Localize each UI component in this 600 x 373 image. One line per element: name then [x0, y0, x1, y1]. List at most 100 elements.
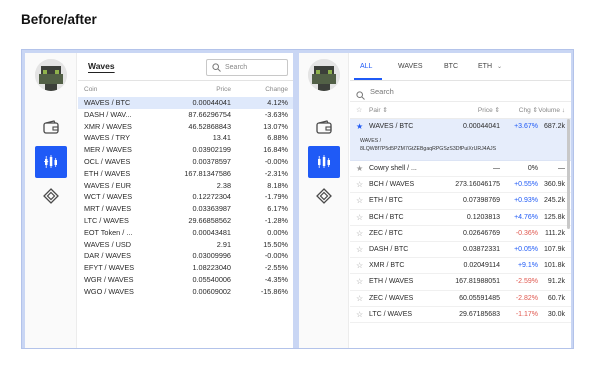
tab-waves[interactable]: WAVES	[398, 63, 423, 70]
change-cell: -1.28%	[264, 215, 288, 225]
pair-cell: XMR / BTC	[369, 262, 405, 270]
table-row[interactable]: WGR / WAVES 0.05540006 -4.35%	[78, 274, 293, 286]
price-cell: —	[493, 165, 500, 172]
pair-cell: WAVES / BTC	[369, 123, 414, 130]
active-tab-indicator	[354, 78, 382, 80]
search-input[interactable]: Search	[350, 82, 571, 102]
column-volume[interactable]: Volume ↓	[525, 103, 565, 119]
table-row[interactable]: DAR / WAVES 0.03009996 -0.00%	[78, 250, 293, 262]
table-row[interactable]: WGO / WAVES 0.00609002 -15.86%	[78, 286, 293, 298]
table-row[interactable]: ☆ DASH / BTC 0.03872331 +0.05% 107.9k	[350, 242, 571, 259]
star-icon[interactable]: ☆	[356, 210, 363, 226]
change-cell: 13.07%	[263, 121, 288, 131]
wallet-icon[interactable]	[308, 111, 340, 143]
table-row[interactable]: LTC / WAVES 29.66858562 -1.28%	[78, 215, 293, 227]
comparison-frame: Waves Search Coin Price Change WAVES / B…	[21, 49, 574, 349]
table-row[interactable]: MRT / WAVES 0.03363987 6.17%	[78, 203, 293, 215]
table-row[interactable]: ☆ ETH / WAVES 167.81988051 -2.59% 91.2k	[350, 274, 571, 291]
before-header: Waves Search	[78, 53, 293, 81]
tab-eth[interactable]: ETH ⌄	[478, 63, 502, 70]
table-row[interactable]: ☆ LTC / WAVES 29.67185683 -1.17% 30.0k	[350, 307, 571, 323]
column-price[interactable]: Price ⇕	[430, 103, 500, 119]
trading-chart-icon[interactable]	[35, 146, 67, 178]
star-icon[interactable]: ☆	[356, 242, 363, 258]
volume-cell: 101.8k	[543, 262, 565, 270]
trading-chart-icon[interactable]	[308, 146, 340, 178]
table-row[interactable]: WAVES / USD 2.91 15.50%	[78, 239, 293, 251]
table-row[interactable]: ☆ ZEC / BTC 0.02646769 -0.36% 111.2k	[350, 226, 571, 242]
table-row[interactable]: ☆ BCH / BTC 0.1203813 +4.76% 125.8k	[350, 210, 571, 226]
table-row[interactable]: XMR / WAVES 46.52868843 13.07%	[78, 121, 293, 133]
dex-diamond-icon[interactable]	[35, 180, 67, 212]
pair-cell: DASH / BTC	[369, 245, 409, 253]
table-row[interactable]: ☆ BCH / WAVES 273.16046175 +0.55% 360.9k	[350, 177, 571, 194]
pair-cell: ETH / BTC	[369, 197, 403, 205]
price-cell: 167.81988051	[455, 278, 500, 286]
search-input[interactable]: Search	[206, 59, 288, 76]
price-cell: 0.02646769	[463, 229, 500, 237]
star-icon[interactable]: ☆	[356, 307, 363, 323]
table-row[interactable]: MER / WAVES 0.03902199 16.84%	[78, 144, 293, 156]
table-row[interactable]: ☆ XMR / BTC 0.02049114 +9.1% 101.8k	[350, 258, 571, 275]
market-tabs: ALL WAVES BTC ETH ⌄	[350, 53, 571, 81]
tab-all[interactable]: ALL	[360, 63, 372, 70]
table-row[interactable]: ★ WAVES / BTC 0.00044041 +3.67% 687.2k WAVES …	[350, 119, 571, 161]
tab-eth-label: ETH	[478, 63, 492, 70]
column-price[interactable]: Price	[151, 86, 231, 93]
avatar[interactable]	[308, 59, 340, 91]
price-cell: 0.1203813	[466, 213, 500, 221]
price-cell: 0.12272304	[192, 192, 231, 202]
star-icon[interactable]: ☆	[356, 291, 363, 307]
pair-cell: ZEC / BTC	[369, 229, 403, 237]
search-placeholder: Search	[225, 64, 248, 71]
tab-btc[interactable]: BTC	[444, 63, 458, 70]
table-row[interactable]: OCL / WAVES 0.00378597 -0.00%	[78, 156, 293, 168]
star-icon[interactable]: ☆	[356, 274, 363, 290]
pair-cell: BCH / BTC	[369, 213, 404, 221]
star-icon[interactable]: ☆	[356, 193, 363, 209]
table-row[interactable]: WAVES / BTC 0.00044041 4.12%	[78, 97, 293, 109]
scrollbar[interactable]	[567, 119, 570, 229]
wallet-icon[interactable]	[35, 111, 67, 143]
table-row[interactable]: ETH / WAVES 167.81347586 -2.31%	[78, 168, 293, 180]
after-panel: ALL WAVES BTC ETH ⌄ Search ☆ Pair ⇕ Pric…	[299, 53, 571, 348]
volume-cell: —	[558, 165, 565, 172]
change-cell: -4.35%	[264, 274, 288, 284]
price-cell: 2.38	[216, 180, 231, 190]
price-cell: 0.03009996	[192, 251, 231, 261]
table-row[interactable]: DASH / WAV... 87.66296754 -3.63%	[78, 109, 293, 121]
pair-cell: BCH / WAVES	[369, 181, 415, 189]
before-table-body: WAVES / BTC 0.00044041 4.12% DASH / WAV... 8…	[78, 97, 293, 298]
change-cell: -3.63%	[264, 109, 288, 119]
table-row[interactable]: ☆ ETH / BTC 0.07398769 +0.93% 245.2k	[350, 193, 571, 210]
before-market-list: Waves Search Coin Price Change WAVES / B…	[78, 53, 293, 348]
star-icon[interactable]: ☆	[356, 258, 363, 274]
table-row[interactable]: WCT / WAVES 0.12272304 -1.79%	[78, 191, 293, 203]
star-filled-icon[interactable]: ★	[356, 119, 363, 135]
column-pair[interactable]: Pair ⇕	[369, 103, 388, 119]
price-cell: 0.00044041	[192, 98, 231, 107]
table-row[interactable]: ☆ ZEC / WAVES 60.05591485 -2.82% 60.7k	[350, 291, 571, 307]
price-cell: 167.81347586	[184, 168, 231, 178]
table-row[interactable]: EFYT / WAVES 1.08223040 -2.55%	[78, 262, 293, 274]
pair-detail-label: WAVES /	[360, 138, 382, 144]
change-cell: -0.00%	[264, 156, 288, 166]
price-cell: 29.66858562	[188, 215, 231, 225]
star-icon[interactable]: ☆	[356, 226, 363, 242]
dex-diamond-icon[interactable]	[308, 180, 340, 212]
price-cell: 13.41	[212, 133, 231, 143]
table-row[interactable]: WAVES / TRY 13.41 6.88%	[78, 132, 293, 144]
column-change[interactable]: Change	[238, 86, 288, 93]
before-sidebar	[25, 53, 77, 348]
star-filled-icon[interactable]: ★	[356, 161, 363, 177]
volume-cell: 107.9k	[543, 245, 565, 253]
volume-cell: 111.2k	[545, 229, 565, 237]
change-cell: 16.84%	[263, 145, 288, 155]
table-row[interactable]: WAVES / EUR 2.38 8.18%	[78, 180, 293, 192]
asset-selector[interactable]: Waves	[88, 61, 115, 71]
volume-cell: 360.9k	[543, 181, 565, 189]
avatar[interactable]	[35, 59, 67, 91]
table-row[interactable]: EOT Token / ... 0.00043481 0.00%	[78, 227, 293, 239]
table-row[interactable]: ★ Cowry shell / ... —0% —	[350, 161, 571, 178]
star-icon[interactable]: ☆	[356, 177, 363, 193]
